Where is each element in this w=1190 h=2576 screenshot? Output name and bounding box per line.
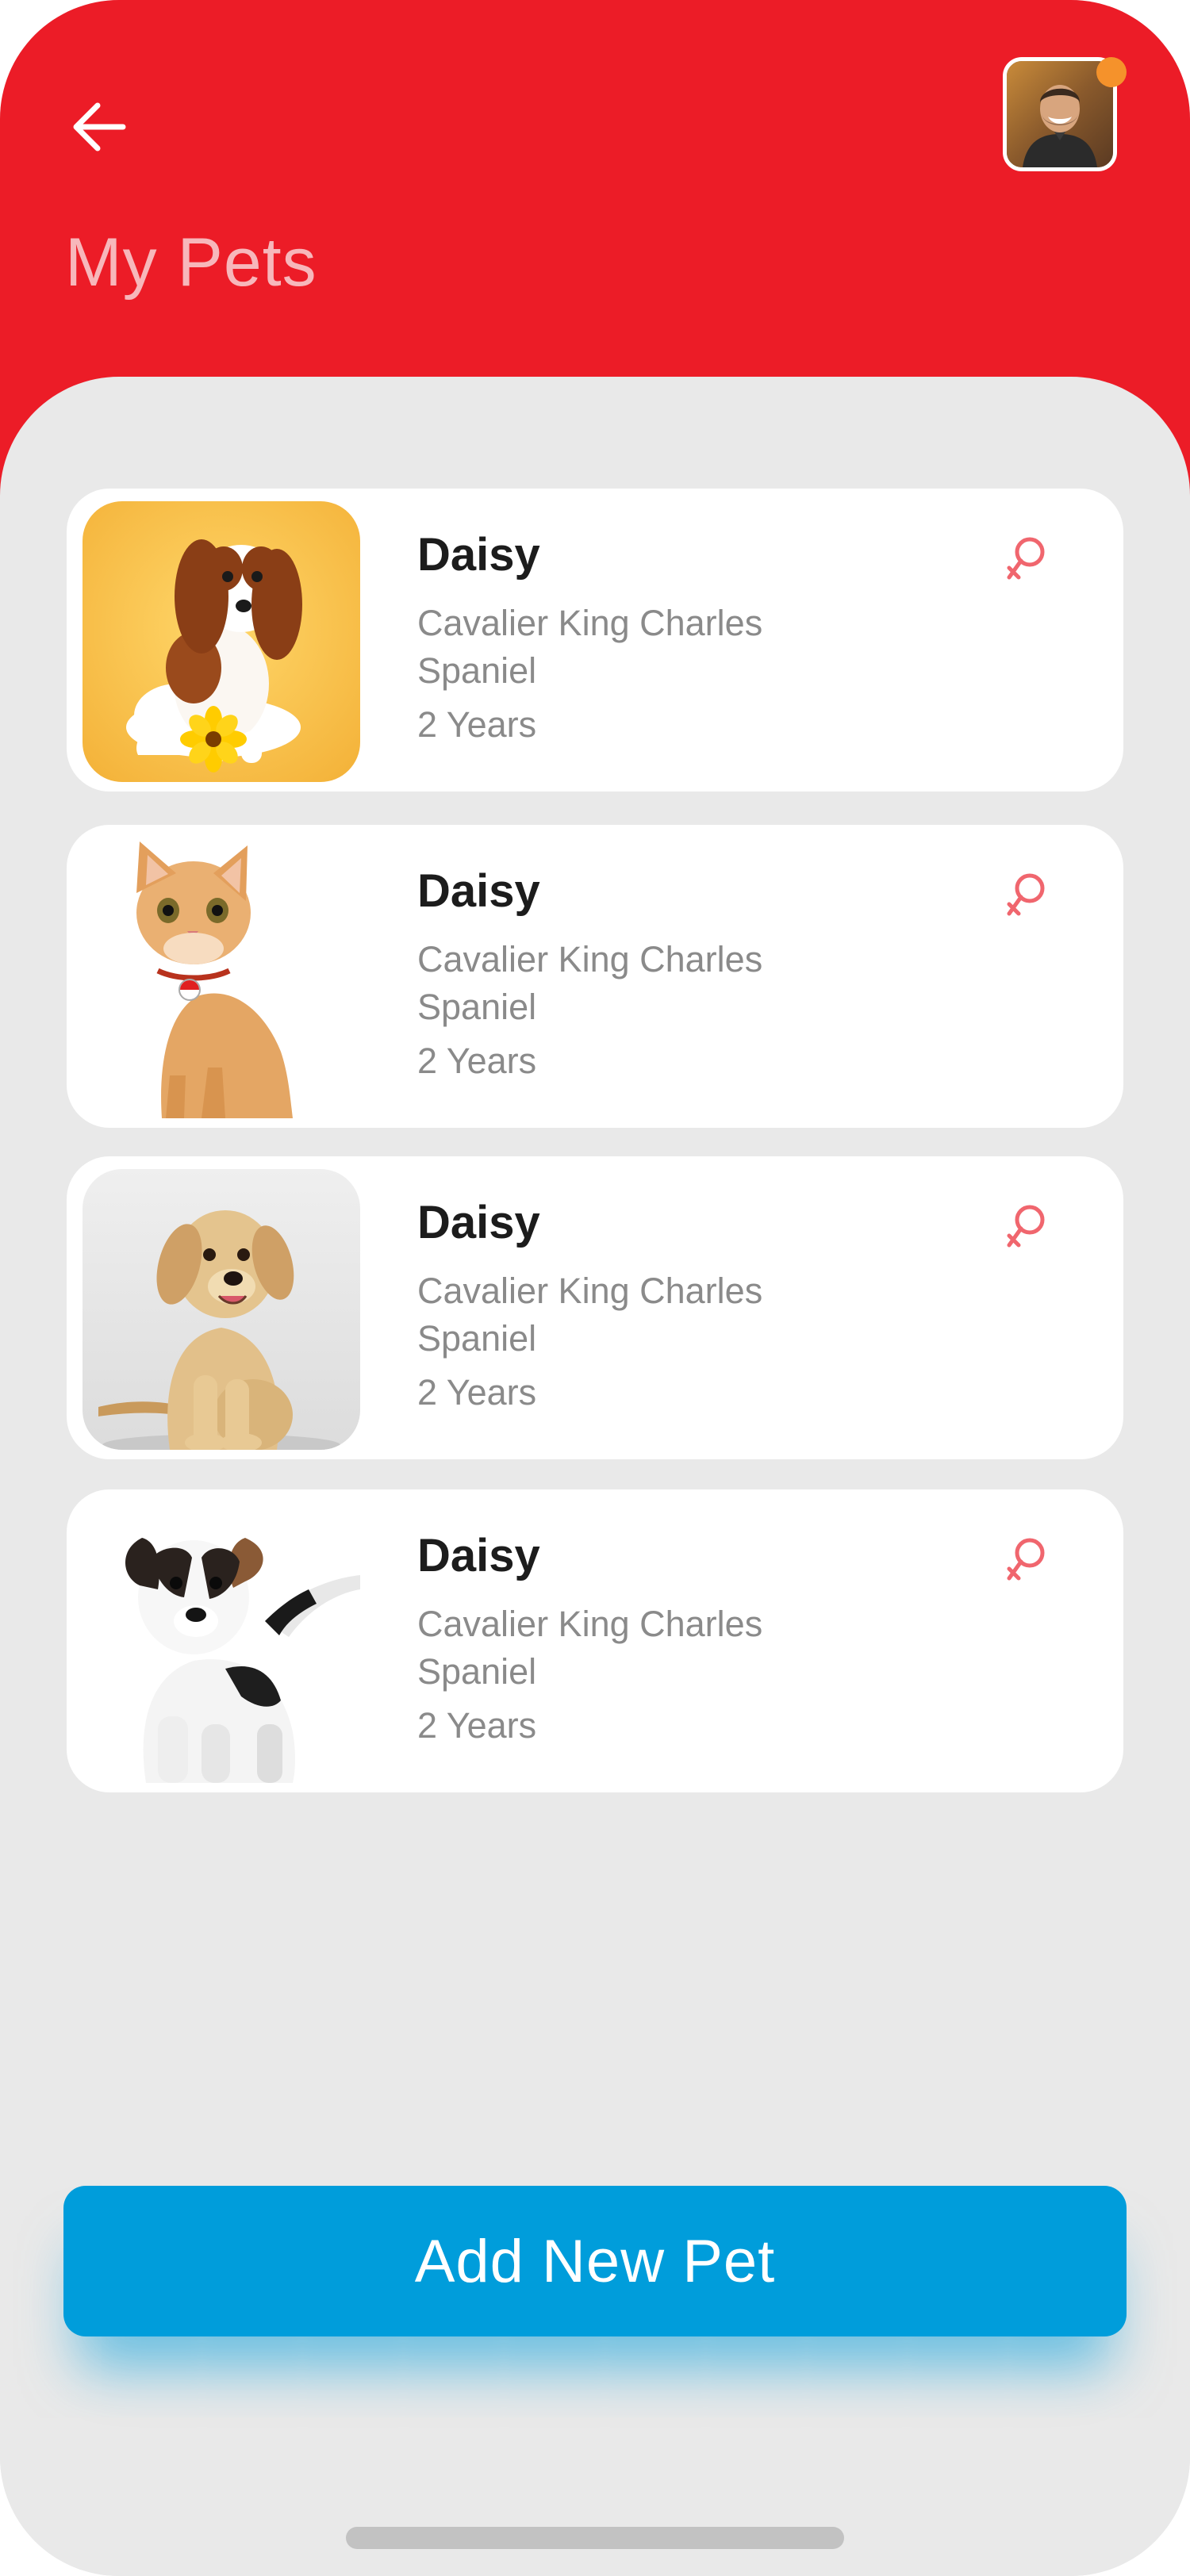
- pet-breed: Cavalier King Charles Spaniel: [417, 603, 763, 691]
- pet-card[interactable]: Daisy Cavalier King Charles Spaniel 2 Ye…: [67, 489, 1123, 792]
- arrow-left-icon: [73, 102, 126, 151]
- pet-age: 2 Years: [417, 1041, 537, 1081]
- female-symbol-icon: [1007, 873, 1045, 916]
- pet-age: 2 Years: [417, 1372, 537, 1413]
- pet-card[interactable]: Daisy Cavalier King Charles Spaniel 2 Ye…: [67, 1489, 1123, 1792]
- app-screen: My Pets Daisy Cavalier King Charles Span…: [0, 0, 1190, 2576]
- notification-dot: [1096, 57, 1127, 87]
- pet-name: Daisy: [417, 865, 540, 917]
- kitten-photo: [83, 838, 360, 1118]
- pet-name: Daisy: [417, 1197, 540, 1248]
- female-symbol-icon: [1007, 1538, 1045, 1581]
- add-new-pet-button[interactable]: Add New Pet: [63, 2186, 1127, 2336]
- jack-russell-puppy-photo: [83, 1502, 360, 1783]
- pet-breed: Cavalier King Charles Spaniel: [417, 1604, 763, 1692]
- home-indicator: [346, 2527, 844, 2549]
- female-symbol-icon: [1007, 1205, 1045, 1248]
- female-symbol-icon: [1007, 537, 1045, 580]
- pet-name: Daisy: [417, 529, 540, 581]
- page-title: My Pets: [65, 224, 317, 301]
- profile-avatar-button[interactable]: [1003, 57, 1127, 176]
- pet-age: 2 Years: [417, 704, 537, 745]
- pet-card[interactable]: Daisy Cavalier King Charles Spaniel 2 Ye…: [67, 825, 1123, 1128]
- pet-card[interactable]: Daisy Cavalier King Charles Spaniel 2 Ye…: [67, 1156, 1123, 1459]
- pet-name: Daisy: [417, 1530, 540, 1581]
- pet-breed: Cavalier King Charles Spaniel: [417, 939, 763, 1027]
- cavalier-spaniel-photo: [83, 501, 360, 782]
- pet-breed: Cavalier King Charles Spaniel: [417, 1271, 763, 1359]
- back-button[interactable]: [56, 87, 143, 167]
- pet-age: 2 Years: [417, 1705, 537, 1746]
- golden-retriever-puppy-photo: [83, 1169, 360, 1450]
